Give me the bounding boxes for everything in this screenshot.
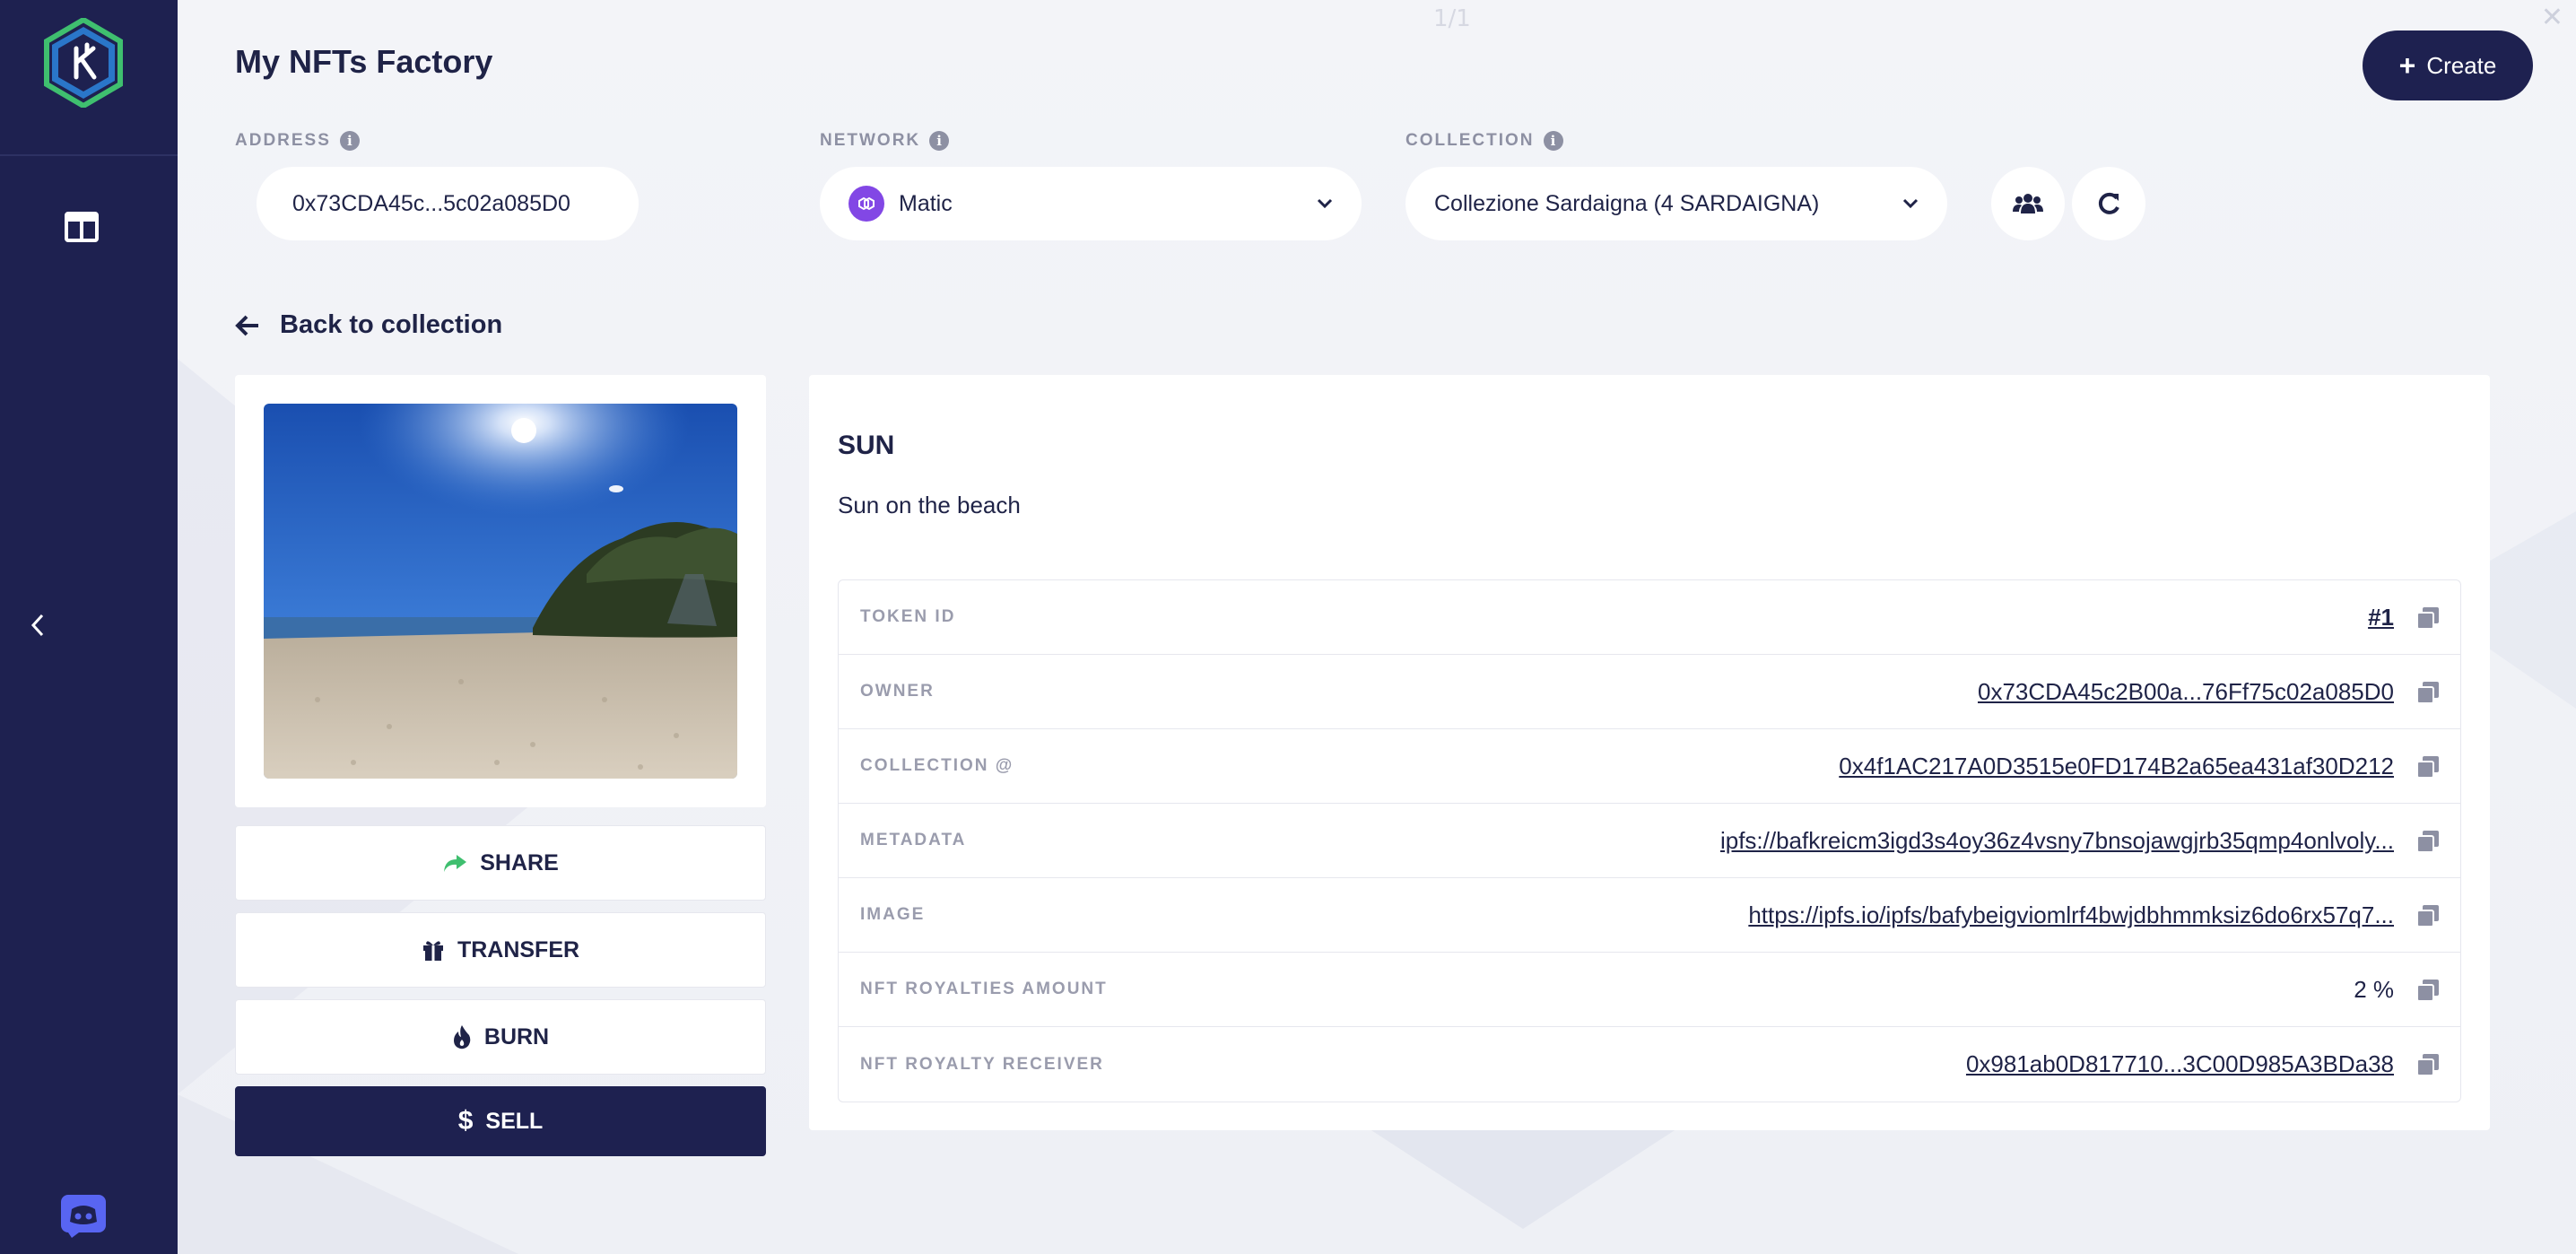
nft-details-card: SUN Sun on the beach TOKEN ID #1 OWNER 0… — [809, 375, 2490, 1130]
collection-label-text: COLLECTION — [1405, 131, 1535, 150]
refresh-icon — [2098, 192, 2119, 214]
share-icon — [444, 855, 467, 872]
collection-label: COLLECTION i — [1405, 131, 1563, 151]
row-key: IMAGE — [860, 905, 926, 924]
page-title: My NFTs Factory — [235, 43, 493, 80]
collection-select[interactable]: Collezione Sardaigna (4 SARDAIGNA) — [1405, 167, 1947, 240]
metadata-link[interactable]: ipfs://bafkreicm3igd3s4oy36z4vsny7bnsoja… — [1720, 827, 2394, 855]
metadata-row: METADATA ipfs://bafkreicm3igd3s4oy36z4vs… — [839, 804, 2460, 878]
close-icon[interactable]: ✕ — [2541, 2, 2563, 33]
nft-description: Sun on the beach — [838, 492, 1021, 518]
chevron-down-icon — [1902, 198, 1919, 209]
pager-indicator: 1/1 — [1433, 5, 1471, 32]
chevron-down-icon — [1317, 198, 1333, 209]
discord-icon[interactable] — [59, 1193, 108, 1238]
create-button-label: Create — [2426, 51, 2497, 79]
network-label: NETWORK i — [820, 131, 950, 151]
info-icon[interactable]: i — [929, 131, 950, 151]
users-icon — [2013, 194, 2043, 213]
users-button[interactable] — [1991, 167, 2065, 240]
chevron-left-icon[interactable] — [27, 610, 48, 640]
address-value: 0x73CDA45c...5c02a085D0 — [292, 190, 570, 216]
dashboard-icon[interactable] — [65, 212, 99, 242]
arrow-left-icon — [235, 315, 258, 335]
token-id-link[interactable]: #1 — [2368, 604, 2394, 631]
copy-icon[interactable] — [2415, 754, 2441, 779]
sell-label: SELL — [485, 1108, 544, 1134]
nft-image-card — [235, 375, 766, 807]
royalties-amount-value: 2 % — [2354, 975, 2394, 1003]
fire-icon — [453, 1025, 471, 1049]
copy-icon[interactable] — [2415, 903, 2441, 928]
nft-properties-table: TOKEN ID #1 OWNER 0x73CDA45c2B00a...76Ff… — [838, 579, 2461, 1102]
info-icon[interactable]: i — [1543, 131, 1563, 151]
image-link[interactable]: https://ipfs.io/ipfs/bafybeigviomlrf4bwj… — [1748, 901, 2394, 929]
copy-icon[interactable] — [2415, 978, 2441, 1003]
network-value: Matic — [899, 190, 953, 216]
collection-address-link[interactable]: 0x4f1AC217A0D3515e0FD174B2a65ea431af30D2… — [1839, 753, 2394, 780]
main-content: 1/1 ✕ My NFTs Factory + Create ADDRESS i… — [178, 0, 2576, 1254]
sidebar — [0, 0, 178, 1254]
network-select[interactable]: Matic — [820, 167, 1362, 240]
owner-row: OWNER 0x73CDA45c2B00a...76Ff75c02a085D0 — [839, 655, 2460, 729]
network-label-text: NETWORK — [820, 131, 921, 150]
transfer-button[interactable]: TRANSFER — [235, 912, 766, 988]
royalty-receiver-link[interactable]: 0x981ab0D817710...3C00D985A3BDa38 — [1966, 1050, 2394, 1078]
copy-icon[interactable] — [2415, 1052, 2441, 1077]
address-label: ADDRESS i — [235, 131, 360, 151]
sidebar-divider — [0, 154, 178, 156]
sell-button[interactable]: $ SELL — [235, 1086, 766, 1156]
matic-icon — [849, 186, 884, 222]
burn-label: BURN — [483, 1023, 550, 1049]
address-label-text: ADDRESS — [235, 131, 331, 150]
royalties-amount-row: NFT ROYALTIES AMOUNT 2 % — [839, 953, 2460, 1027]
share-button[interactable]: SHARE — [235, 825, 766, 901]
copy-icon[interactable] — [2415, 605, 2441, 631]
copy-icon[interactable] — [2415, 829, 2441, 854]
address-field[interactable]: 0x73CDA45c...5c02a085D0 — [257, 167, 639, 240]
row-key: METADATA — [860, 831, 967, 849]
back-to-collection-link[interactable]: Back to collection — [235, 310, 502, 340]
owner-link[interactable]: 0x73CDA45c2B00a...76Ff75c02a085D0 — [1978, 678, 2394, 706]
royalty-receiver-row: NFT ROYALTY RECEIVER 0x981ab0D817710...3… — [839, 1027, 2460, 1102]
row-key: TOKEN ID — [860, 607, 956, 626]
nft-name: SUN — [838, 431, 895, 460]
refresh-button[interactable] — [2072, 167, 2145, 240]
row-key: COLLECTION @ — [860, 756, 1014, 775]
token-id-row: TOKEN ID #1 — [839, 580, 2460, 655]
info-icon[interactable]: i — [339, 131, 360, 151]
row-key: OWNER — [860, 682, 935, 701]
collection-value: Collezione Sardaigna (4 SARDAIGNA) — [1434, 190, 1820, 216]
copy-icon[interactable] — [2415, 680, 2441, 705]
image-row: IMAGE https://ipfs.io/ipfs/bafybeigvioml… — [839, 878, 2460, 953]
nft-image — [264, 404, 737, 779]
back-label: Back to collection — [280, 310, 503, 339]
transfer-label: TRANSFER — [457, 936, 580, 962]
row-key: NFT ROYALTIES AMOUNT — [860, 980, 1108, 998]
plus-icon: + — [2398, 49, 2416, 82]
dollar-icon: $ — [457, 1106, 474, 1136]
gift-icon — [422, 941, 443, 961]
burn-button[interactable]: BURN — [235, 999, 766, 1075]
share-label: SHARE — [480, 849, 559, 875]
collection-address-row: COLLECTION @ 0x4f1AC217A0D3515e0FD174B2a… — [839, 729, 2460, 804]
app-logo-icon[interactable] — [43, 18, 124, 108]
row-key: NFT ROYALTY RECEIVER — [860, 1054, 1104, 1074]
create-button[interactable]: + Create — [2363, 30, 2533, 100]
